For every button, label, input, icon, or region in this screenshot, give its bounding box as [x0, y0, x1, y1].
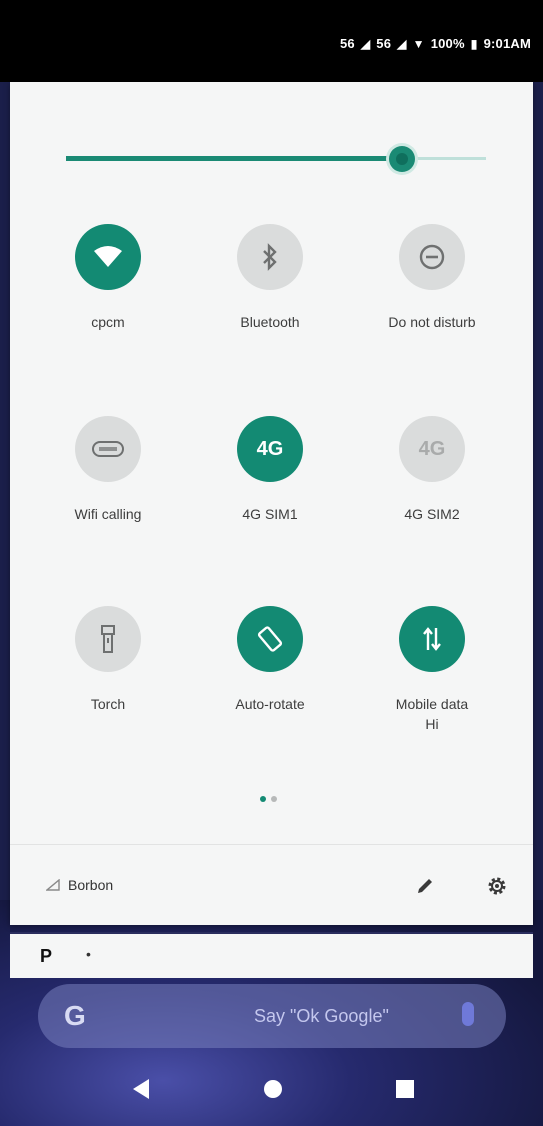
tile-wifi-calling[interactable]: Wifi calling	[33, 416, 183, 524]
carrier-info: Borbon	[46, 877, 113, 893]
do-not-disturb-icon[interactable]	[399, 224, 465, 290]
wifi-calling-icon[interactable]	[75, 416, 141, 482]
tile-torch[interactable]: Torch	[33, 606, 183, 714]
edit-button[interactable]	[408, 869, 442, 903]
wifi-icon[interactable]	[75, 224, 141, 290]
4g-icon[interactable]: 4G	[237, 416, 303, 482]
tile-label: cpcm	[91, 314, 125, 330]
notification-peek[interactable]: P •	[10, 932, 533, 978]
gear-icon	[488, 877, 506, 895]
tile-bluetooth[interactable]: Bluetooth	[195, 224, 345, 332]
tile-label: 4G SIM2	[404, 506, 460, 522]
phone-screen: 56 ◢ 56 ◢ ▼ 100% ▮ 9:01AM cpcm Bluetooth…	[0, 0, 543, 1126]
tile-wifi[interactable]: cpcm	[33, 224, 183, 332]
battery-percent: 100%	[430, 36, 465, 51]
tile-mobile-data[interactable]: Mobile data Hi	[357, 606, 507, 734]
tile-do-not-disturb[interactable]: Do not disturb	[357, 224, 507, 332]
navigation-bar	[0, 1050, 543, 1126]
bluetooth-icon[interactable]	[237, 224, 303, 290]
tile-label: Wifi calling	[74, 506, 142, 522]
quick-settings-footer: Borbon	[10, 844, 533, 925]
app-icon: P	[40, 946, 53, 966]
home-button[interactable]	[256, 1072, 290, 1106]
page-indicator	[260, 796, 277, 802]
recents-button[interactable]	[388, 1072, 422, 1106]
google-logo: G	[64, 1000, 86, 1031]
status-icons: 56 ◢ 56 ◢ ▼ 100% ▮ 9:01AM	[340, 36, 531, 51]
back-icon	[133, 1079, 149, 1099]
brightness-fill	[66, 156, 402, 161]
signal-icon	[46, 879, 60, 891]
signal-1-label: 56	[339, 36, 355, 51]
clock: 9:01AM	[483, 36, 531, 51]
quick-settings-panel: cpcm Bluetooth Do not disturb Wifi calli…	[10, 82, 533, 925]
recents-icon	[396, 1080, 414, 1098]
tile-label: Torch	[90, 696, 126, 712]
signal-2-label: 56	[376, 36, 392, 51]
search-hint: Say "Ok Google"	[254, 1006, 389, 1026]
google-search-bar[interactable]: G Say "Ok Google"	[38, 984, 506, 1048]
battery-icon: ▮	[470, 36, 478, 51]
mobile-data-icon[interactable]	[399, 606, 465, 672]
4g-icon[interactable]: 4G	[399, 416, 465, 482]
signal-2-icon: ◢	[397, 36, 407, 51]
brightness-slider[interactable]	[66, 146, 486, 172]
auto-rotate-icon[interactable]	[237, 606, 303, 672]
page-dot-active	[260, 796, 266, 802]
carrier-name: Borbon	[68, 877, 114, 893]
tile-label: Auto-rotate	[235, 696, 305, 712]
tile-label: Mobile data Hi	[357, 694, 507, 734]
signal-1-icon: ◢	[360, 36, 371, 51]
wifi-status-icon: ▼	[412, 36, 425, 51]
notification-bullet: •	[86, 946, 91, 962]
tile-4g-sim2[interactable]: 4G 4G SIM2	[357, 416, 507, 524]
tile-label: 4G SIM1	[242, 506, 298, 522]
4g-icon-text: 4G	[418, 437, 446, 460]
tile-label-line1: Mobile data	[395, 696, 469, 712]
tile-label: Do not disturb	[388, 314, 476, 330]
tile-label-line2: Hi	[425, 716, 439, 732]
brightness-thumb[interactable]	[389, 146, 415, 172]
status-bar: 56 ◢ 56 ◢ ▼ 100% ▮ 9:01AM	[0, 0, 543, 82]
pencil-icon	[418, 879, 432, 893]
mic-icon[interactable]	[462, 1002, 474, 1026]
tile-auto-rotate[interactable]: Auto-rotate	[195, 606, 345, 714]
tile-4g-sim1[interactable]: 4G 4G SIM1	[195, 416, 345, 524]
back-button[interactable]	[124, 1072, 158, 1106]
home-icon	[264, 1080, 282, 1098]
tile-label: Bluetooth	[240, 314, 300, 330]
torch-icon[interactable]	[75, 606, 141, 672]
settings-button[interactable]	[480, 869, 514, 903]
4g-icon-text: 4G	[256, 437, 284, 460]
page-dot	[271, 796, 277, 802]
